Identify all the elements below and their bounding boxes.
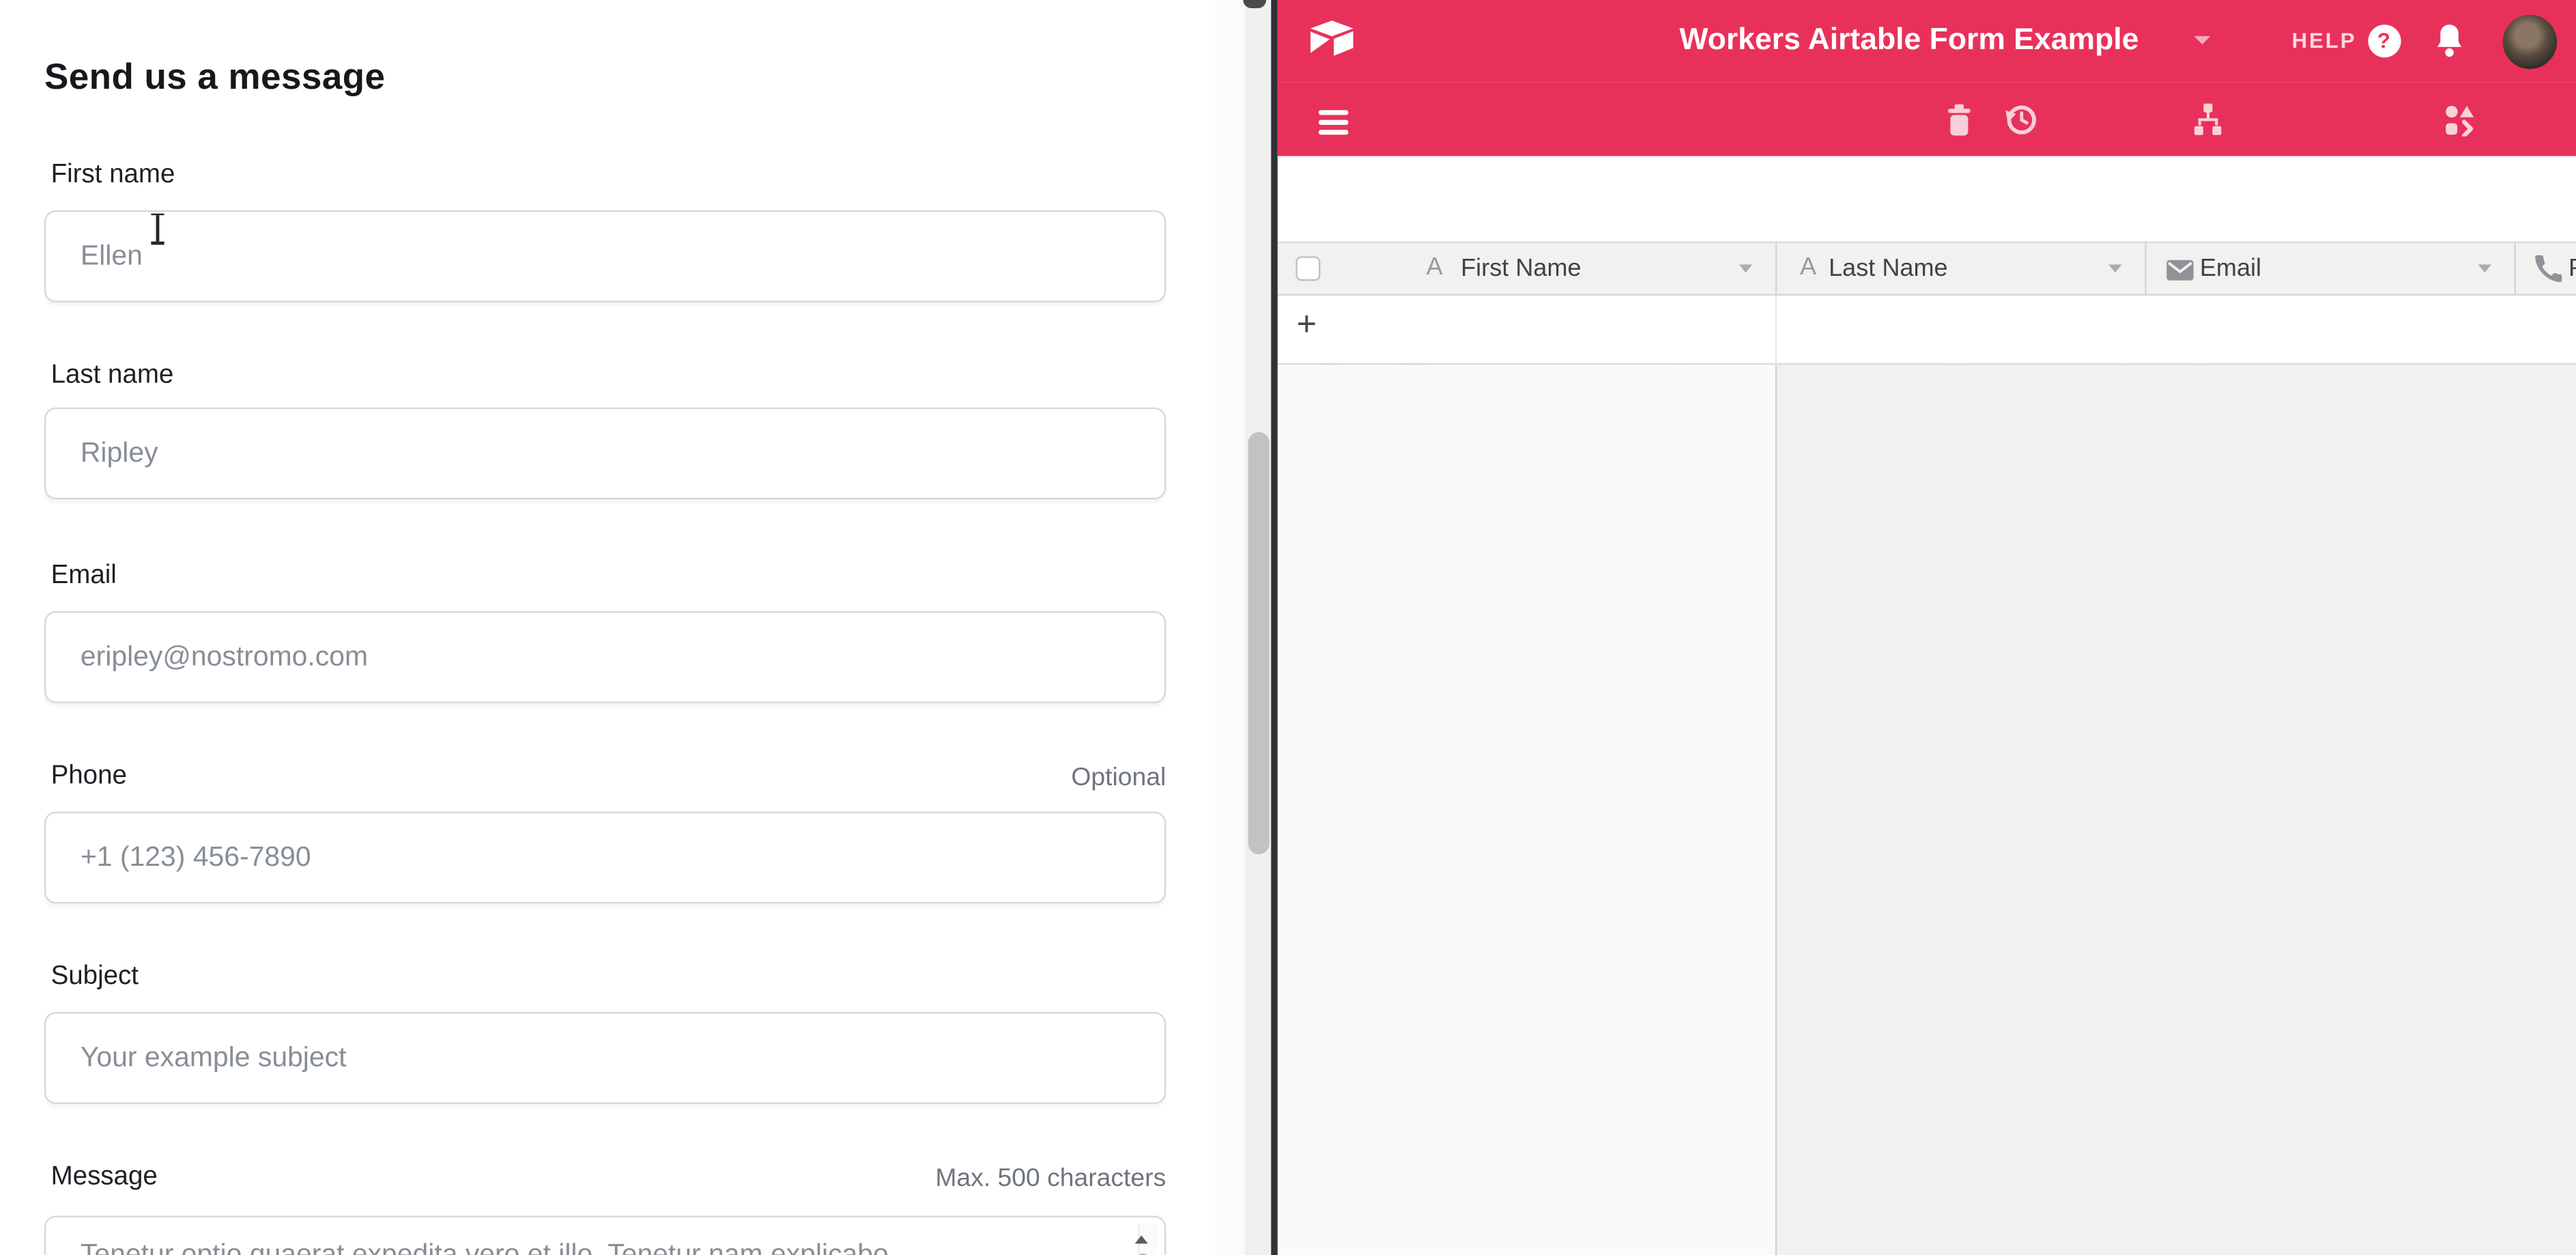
column-header-email[interactable]: Email <box>2200 255 2261 283</box>
scroll-gutter <box>1215 0 1244 1255</box>
column-caret-icon[interactable] <box>1738 264 1751 272</box>
trash-icon[interactable] <box>1945 104 1971 137</box>
textarea-scrollbar[interactable] <box>1138 1224 1158 1255</box>
airtable-viewbar: Form Submissions SHARE <box>1277 82 2576 156</box>
page-scrollbar-thumb[interactable] <box>1247 432 1268 854</box>
phone-label: Phone <box>51 762 127 791</box>
grid-empty-area-right <box>1777 365 2576 1255</box>
view-toolbar: Grid view … <box>1277 156 2576 242</box>
base-title-caret-icon[interactable] <box>2193 36 2209 44</box>
add-row-button[interactable]: + <box>1297 306 1317 346</box>
message-placeholder: Tenetur optio quaerat expedita vero et i… <box>81 1239 1115 1255</box>
help-question-icon[interactable]: ? <box>2367 24 2400 57</box>
form-title: Send us a message <box>44 56 386 99</box>
apps-icon[interactable] <box>2446 104 2475 136</box>
column-header-phone[interactable]: P <box>2568 255 2576 283</box>
subject-label: Subject <box>51 963 139 992</box>
contact-form-pane: Send us a message First name Last name E… <box>0 0 1215 1255</box>
last-name-label: Last name <box>51 361 174 391</box>
text-field-icon: A <box>1800 253 1816 281</box>
first-name-input[interactable] <box>44 210 1166 302</box>
column-divider[interactable] <box>2515 242 2516 296</box>
phone-field[interactable] <box>44 812 1166 904</box>
message-textarea[interactable]: Tenetur optio quaerat expedita vero et i… <box>44 1215 1166 1255</box>
subject-input[interactable] <box>44 1012 1166 1104</box>
scroll-up-arrow-icon[interactable] <box>1135 1235 1148 1243</box>
email-field[interactable] <box>44 611 1166 703</box>
message-maxchars-hint: Max. 500 characters <box>657 1165 1166 1194</box>
text-field-icon: A <box>1427 253 1443 281</box>
airtable-pane: Workers Airtable Form Example HELP ? For… <box>1277 0 2576 1255</box>
automations-icon[interactable] <box>2194 104 2222 137</box>
column-caret-icon[interactable] <box>2108 264 2121 272</box>
add-row-band[interactable] <box>1277 296 2576 365</box>
column-caret-icon[interactable] <box>2477 264 2490 272</box>
notifications-bell-icon[interactable] <box>2433 22 2464 58</box>
phone-optional-hint: Optional <box>657 764 1166 793</box>
grid-empty-area-left <box>1277 365 1775 1255</box>
screen: Send us a message First name Last name E… <box>0 0 2576 1255</box>
phone-field-icon <box>2533 255 2561 283</box>
column-divider[interactable] <box>1775 242 1777 296</box>
help-button[interactable]: HELP <box>2292 28 2357 53</box>
user-avatar[interactable] <box>2502 14 2556 68</box>
email-field-icon <box>2166 259 2194 280</box>
column-header-last-name[interactable]: Last Name <box>1829 255 1948 283</box>
primary-column-divider <box>1775 365 1777 1255</box>
message-label: Message <box>51 1163 158 1192</box>
last-name-input[interactable] <box>44 408 1166 500</box>
airtable-logo-icon[interactable] <box>1308 20 1354 59</box>
first-name-label: First name <box>51 161 175 191</box>
window-divider <box>1271 0 1276 1255</box>
email-label: Email <box>51 562 117 591</box>
base-title[interactable]: Workers Airtable Form Example <box>1680 21 2139 57</box>
airtable-topbar: Workers Airtable Form Example HELP ? <box>1277 0 2576 82</box>
select-all-checkbox[interactable] <box>1296 255 1320 280</box>
column-header-first-name[interactable]: First Name <box>1461 255 1581 283</box>
primary-column-divider <box>1775 296 1777 365</box>
column-divider[interactable] <box>2145 242 2146 296</box>
history-icon[interactable] <box>2003 102 2038 138</box>
